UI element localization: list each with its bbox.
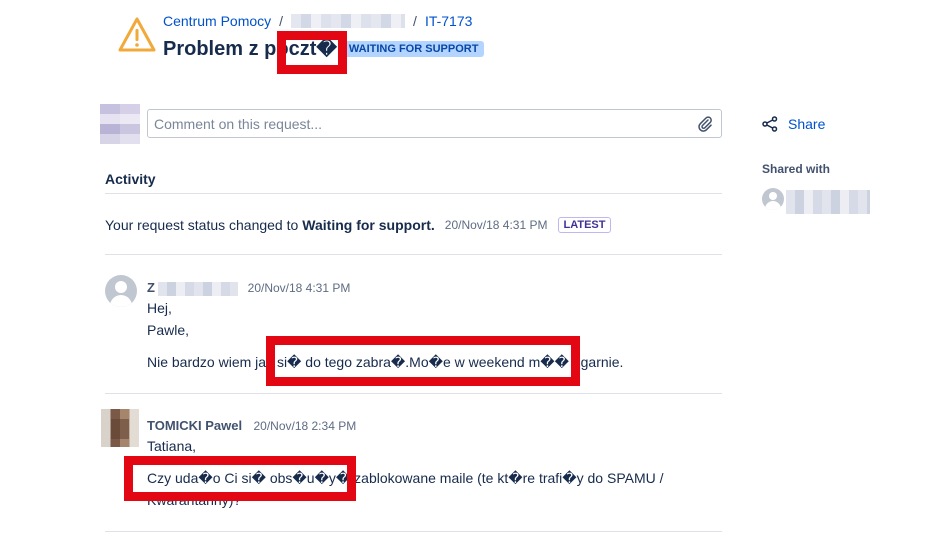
latest-badge: LATEST xyxy=(557,217,612,233)
comment-author-avatar xyxy=(101,409,139,447)
breadcrumb-portal-link[interactable]: Centrum Pomocy xyxy=(163,13,271,29)
comment-input[interactable] xyxy=(154,116,674,132)
status-badge: WAITING FOR SUPPORT xyxy=(342,40,485,57)
redaction-box xyxy=(266,336,580,386)
share-icon xyxy=(762,116,778,132)
activity-heading: Activity xyxy=(105,171,156,187)
comment-text-line: Hej, xyxy=(147,300,172,316)
share-button[interactable]: Share xyxy=(762,116,825,132)
comment-header: TOMICKI Pawel 20/Nov/18 2:34 PM xyxy=(147,418,356,433)
comment-author-name: TOMICKI Pawel xyxy=(147,418,243,433)
paperclip-icon[interactable] xyxy=(697,115,713,133)
status-change-value: Waiting for support. xyxy=(302,217,435,233)
redacted-author-name xyxy=(158,281,239,296)
shared-with-heading: Shared with xyxy=(762,162,831,176)
divider xyxy=(105,193,722,194)
comment-author-avatar xyxy=(105,275,137,307)
comment-text-line: Tatiana, xyxy=(147,438,197,454)
redacted-shared-user-name xyxy=(786,190,870,214)
current-user-avatar xyxy=(100,104,140,144)
shared-user-avatar xyxy=(762,188,784,210)
comment-header: Z 20/Nov/18 4:31 PM xyxy=(147,280,350,296)
breadcrumb-separator: / xyxy=(413,13,417,29)
divider xyxy=(105,254,722,255)
status-change-text: Your request status changed to xyxy=(105,217,299,233)
comment-timestamp: 20/Nov/18 2:34 PM xyxy=(253,419,357,433)
breadcrumb-redacted-link[interactable] xyxy=(291,14,406,28)
breadcrumb-issue-key-link[interactable]: IT-7173 xyxy=(425,13,472,29)
divider xyxy=(105,393,722,394)
redaction-box xyxy=(124,456,356,501)
timestamp: 20/Nov/18 4:31 PM xyxy=(444,218,548,232)
status-change-entry: Your request status changed to Waiting f… xyxy=(105,217,612,233)
warning-icon xyxy=(118,17,156,52)
share-label: Share xyxy=(788,116,826,132)
redaction-box xyxy=(277,31,347,74)
comment-author-name: Z xyxy=(147,280,155,295)
comment-box[interactable] xyxy=(147,109,722,138)
breadcrumb-separator: / xyxy=(279,13,284,29)
breadcrumb: Centrum Pomocy / / IT-7173 xyxy=(163,13,472,29)
comment-timestamp: 20/Nov/18 4:31 PM xyxy=(247,281,351,295)
comment-text-line: Pawle, xyxy=(147,322,190,338)
divider xyxy=(105,531,722,532)
